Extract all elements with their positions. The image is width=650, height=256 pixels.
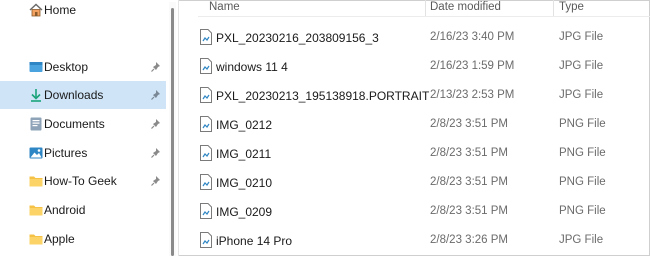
sidebar-item-home[interactable]: Home (0, 0, 166, 24)
sidebar-item-documents[interactable]: Documents (0, 110, 166, 138)
file-date: 2/8/23 3:51 PM (430, 176, 508, 188)
file-row[interactable]: PXL_20230216_203809156_3 2/16/23 3:40 PM… (198, 24, 650, 52)
file-row[interactable]: IMG_0210 2/8/23 3:51 PM PNG File (198, 169, 650, 197)
image-file-icon (200, 232, 212, 248)
column-separator[interactable] (425, 0, 426, 16)
pin-icon[interactable] (150, 118, 162, 130)
file-name: IMG_0210 (216, 176, 273, 190)
sidebar-item-pictures[interactable]: Pictures (0, 139, 166, 167)
navigation-pane: Home Desktop Downloads Documents Picture… (0, 0, 178, 256)
file-type: PNG File (559, 147, 606, 159)
file-date: 2/16/23 1:59 PM (430, 60, 515, 72)
file-name: iPhone 14 Pro (216, 234, 293, 248)
pin-icon[interactable] (150, 147, 162, 159)
pin-icon[interactable] (150, 89, 162, 101)
desktop-folder-icon (29, 62, 43, 72)
image-file-icon (200, 29, 212, 45)
file-row[interactable]: IMG_0212 2/8/23 3:51 PM PNG File (198, 111, 650, 139)
file-row[interactable]: IMG_0211 2/8/23 3:51 PM PNG File (198, 140, 650, 168)
file-row[interactable]: iPhone 14 Pro 2/8/23 3:26 PM JPG File (198, 227, 650, 255)
downloads-folder-icon (31, 89, 41, 102)
home-icon (29, 3, 43, 17)
file-date: 2/13/23 2:53 PM (430, 89, 515, 101)
file-date: 2/8/23 3:26 PM (430, 234, 508, 246)
file-date: 2/8/23 3:51 PM (430, 147, 508, 159)
file-row[interactable]: IMG_0209 2/8/23 3:51 PM PNG File (198, 198, 650, 226)
image-file-icon (200, 87, 212, 103)
image-file-icon (200, 58, 212, 74)
pin-icon[interactable] (150, 61, 162, 73)
file-name: IMG_0209 (216, 205, 273, 219)
file-name: PXL_20230216_203809156_3 (216, 31, 379, 45)
documents-folder-icon (30, 117, 42, 131)
pin-icon[interactable] (150, 175, 162, 187)
sidebar-item-label: Desktop (44, 60, 89, 74)
sidebar-item-android[interactable]: Android (0, 196, 166, 224)
column-separator[interactable] (553, 0, 554, 16)
file-date: 2/8/23 3:51 PM (430, 205, 508, 217)
sidebar-item-label: Downloads (44, 88, 104, 102)
image-file-icon (200, 116, 212, 132)
column-header-date-modified[interactable]: Date modified (430, 1, 501, 13)
sidebar-item-label: Home (44, 3, 77, 17)
file-row[interactable]: windows 11 4 2/16/23 1:59 PM JPG File (198, 53, 650, 81)
file-name: IMG_0212 (216, 118, 273, 132)
folder-icon (29, 176, 43, 187)
pictures-folder-icon (29, 147, 43, 159)
header-divider (198, 16, 650, 17)
file-type: PNG File (559, 205, 606, 217)
file-row[interactable]: PXL_20230213_195138918.PORTRAIT 2/13/23 … (198, 82, 650, 110)
sidebar-scrollbar-thumb[interactable] (171, 8, 174, 256)
file-type: JPG File (559, 31, 604, 43)
sidebar-item-apple[interactable]: Apple (0, 225, 166, 253)
sidebar-item-label: How-To Geek (44, 174, 117, 188)
pane-divider[interactable] (178, 0, 179, 256)
file-name: PXL_20230213_195138918.PORTRAIT (216, 89, 430, 103)
sidebar-item-downloads[interactable]: Downloads (0, 81, 166, 109)
sidebar-item-how-to-geek[interactable]: How-To Geek (0, 167, 166, 195)
sidebar-item-label: Pictures (44, 146, 88, 160)
file-type: JPG File (559, 234, 604, 246)
file-name: windows 11 4 (216, 60, 288, 74)
file-date: 2/16/23 3:40 PM (430, 31, 515, 43)
sidebar-item-desktop[interactable]: Desktop (0, 53, 166, 81)
column-header-type[interactable]: Type (559, 1, 584, 13)
folder-icon (29, 205, 43, 216)
sidebar-item-label: Apple (44, 232, 75, 246)
file-type: JPG File (559, 60, 604, 72)
file-type: JPG File (559, 89, 604, 101)
column-header-name[interactable]: Name (209, 1, 240, 13)
file-date: 2/8/23 3:51 PM (430, 118, 508, 130)
file-type: PNG File (559, 118, 606, 130)
file-type: PNG File (559, 176, 606, 188)
sidebar-item-label: Documents (44, 117, 105, 131)
folder-icon (29, 234, 43, 245)
file-name: IMG_0211 (216, 147, 272, 161)
image-file-icon (200, 203, 212, 219)
sidebar-item-label: Android (44, 203, 86, 217)
image-file-icon (200, 145, 212, 161)
image-file-icon (200, 174, 212, 190)
